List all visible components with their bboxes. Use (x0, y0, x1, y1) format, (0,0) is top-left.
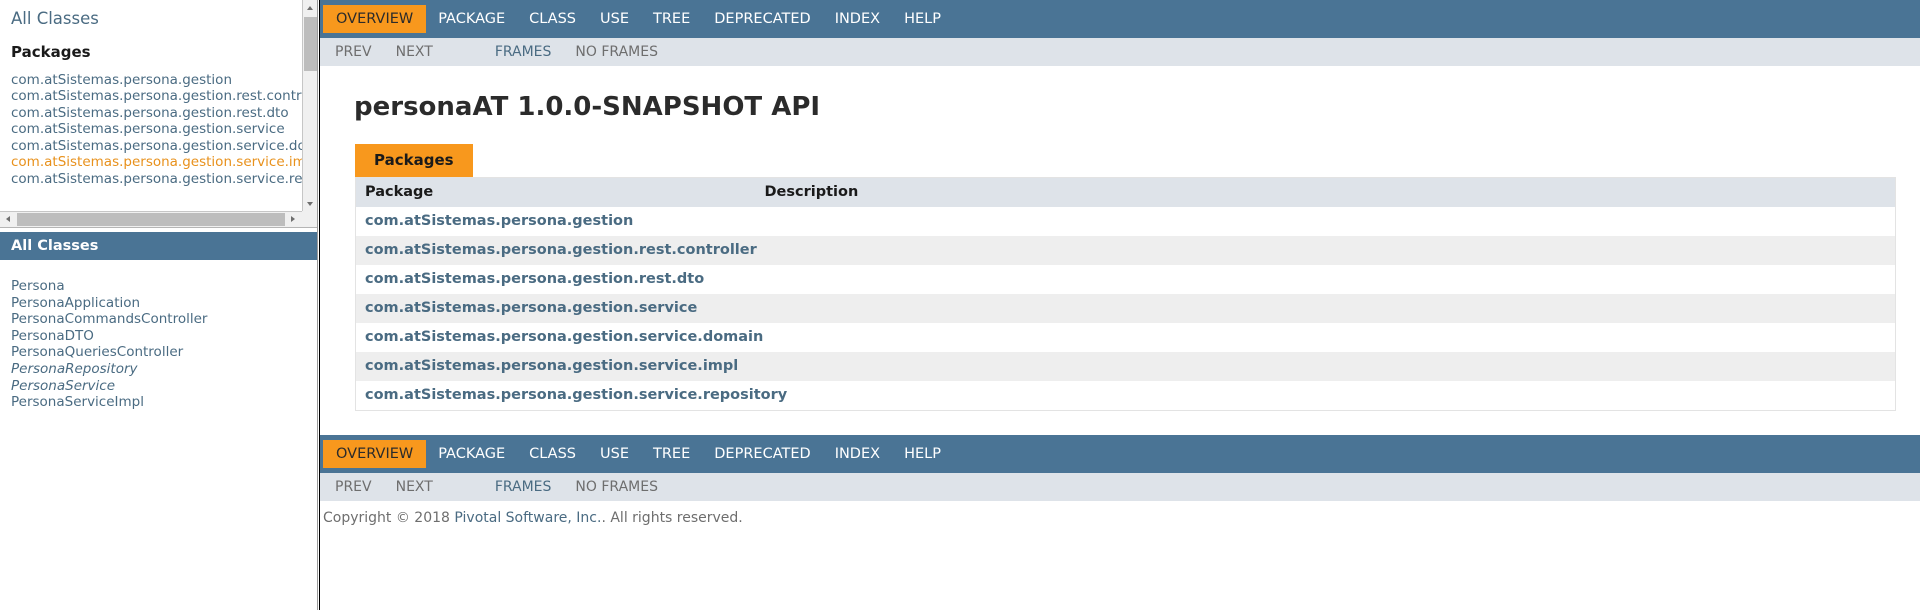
packages-table-block: Packages Package Description com.atSiste… (337, 144, 1902, 411)
description-cell (755, 381, 1896, 411)
package-link-service-repository[interactable]: com.atSistemas.persona.gestion.service.r… (11, 171, 302, 188)
nav-deprecated-bottom[interactable]: DEPRECATED (702, 442, 822, 466)
content-frame: OVERVIEW PACKAGE CLASS USE TREE DEPRECAT… (319, 0, 1920, 610)
nav-tree[interactable]: TREE (641, 7, 702, 31)
footer: Copyright © 2018 Pivotal Software, Inc..… (319, 501, 1920, 526)
nav-index[interactable]: INDEX (823, 7, 892, 31)
package-cell[interactable]: com.atSistemas.persona.gestion.service.r… (355, 381, 787, 411)
horizontal-scroll-thumb[interactable] (17, 213, 285, 226)
all-classes-frame: All Classes Persona PersonaApplication P… (0, 232, 317, 610)
main-content: personaAT 1.0.0-SNAPSHOT API Packages Pa… (319, 66, 1920, 435)
description-cell (755, 236, 1896, 265)
package-cell[interactable]: com.atSistemas.persona.gestion.rest.cont… (355, 236, 757, 265)
packages-table: Package Description com.atSistemas.perso… (355, 177, 1896, 411)
package-frame-horizontal-scrollbar[interactable] (0, 211, 302, 227)
bottom-sub-navigation-bar: PREV NEXT FRAMES NO FRAMES (319, 473, 1920, 501)
class-link-persona[interactable]: Persona (11, 278, 317, 295)
nav-use-bottom[interactable]: USE (588, 442, 641, 466)
table-row[interactable]: com.atSistemas.persona.gestion.service.r… (355, 381, 1896, 411)
scroll-left-arrow-icon[interactable] (0, 212, 16, 227)
page-title: personaAT 1.0.0-SNAPSHOT API (354, 92, 821, 122)
all-classes-link[interactable]: All Classes (11, 9, 302, 31)
package-list-frame: All Classes Packages com.atSistemas.pers… (0, 0, 317, 228)
left-frame: All Classes Packages com.atSistemas.pers… (0, 0, 318, 610)
top-sub-navigation-bar: PREV NEXT FRAMES NO FRAMES (319, 38, 1920, 66)
class-link-persona-application[interactable]: PersonaApplication (11, 295, 317, 312)
description-cell (755, 323, 1896, 352)
copyright-suffix: . All rights reserved. (601, 510, 743, 526)
class-link-persona-service-impl[interactable]: PersonaServiceImpl (11, 394, 317, 411)
nav-class[interactable]: CLASS (517, 7, 588, 31)
package-cell[interactable]: com.atSistemas.persona.gestion (355, 207, 756, 236)
package-link-rest-dto[interactable]: com.atSistemas.persona.gestion.rest.dto (11, 105, 302, 122)
nav-tree-bottom[interactable]: TREE (641, 442, 702, 466)
description-cell (755, 294, 1896, 323)
class-list: Persona PersonaApplication PersonaComman… (0, 260, 317, 411)
package-link-rest-controller[interactable]: com.atSistemas.persona.gestion.rest.cont… (11, 88, 302, 105)
table-row[interactable]: com.atSistemas.persona.gestion.service.i… (355, 352, 1896, 381)
nav-use[interactable]: USE (588, 7, 641, 31)
frame-divider (319, 0, 320, 610)
class-link-persona-commands-controller[interactable]: PersonaCommandsController (11, 311, 317, 328)
package-frame-vertical-scrollbar[interactable] (302, 0, 317, 212)
column-header-description: Description (755, 177, 1896, 207)
table-row[interactable]: com.atSistemas.persona.gestion.rest.dto (355, 265, 1896, 294)
package-cell[interactable]: com.atSistemas.persona.gestion.rest.dto (355, 265, 756, 294)
package-cell[interactable]: com.atSistemas.persona.gestion.service (355, 294, 756, 323)
scroll-up-arrow-icon[interactable] (303, 0, 317, 16)
nav-next-bottom[interactable]: NEXT (384, 479, 445, 495)
class-link-persona-queries-controller[interactable]: PersonaQueriesController (11, 344, 317, 361)
package-link-service-impl[interactable]: com.atSistemas.persona.gestion.service.i… (11, 154, 302, 171)
package-cell[interactable]: com.atSistemas.persona.gestion.service.d… (355, 323, 763, 352)
bottom-navigation-bar: OVERVIEW PACKAGE CLASS USE TREE DEPRECAT… (319, 435, 1920, 473)
description-cell (755, 265, 1896, 294)
top-navigation-bar: OVERVIEW PACKAGE CLASS USE TREE DEPRECAT… (319, 0, 1920, 38)
table-row[interactable]: com.atSistemas.persona.gestion.service (355, 294, 1896, 323)
table-row[interactable]: com.atSistemas.persona.gestion (355, 207, 1896, 236)
nav-next[interactable]: NEXT (384, 44, 445, 60)
description-cell (755, 207, 1896, 236)
description-cell (755, 352, 1896, 381)
column-header-package: Package (355, 177, 756, 207)
javadoc-page: All Classes Packages com.atSistemas.pers… (0, 0, 1920, 610)
all-classes-header: All Classes (0, 232, 317, 260)
package-link-gestion[interactable]: com.atSistemas.persona.gestion (11, 72, 302, 89)
package-link-service-domain[interactable]: com.atSistemas.persona.gestion.service.d… (11, 138, 302, 155)
nav-frames-bottom[interactable]: FRAMES (483, 479, 564, 495)
table-row[interactable]: com.atSistemas.persona.gestion.rest.cont… (355, 236, 1896, 265)
package-link-service[interactable]: com.atSistemas.persona.gestion.service (11, 121, 302, 138)
nav-overview-bottom[interactable]: OVERVIEW (323, 440, 427, 468)
nav-help[interactable]: HELP (892, 7, 953, 31)
packages-heading: Packages (11, 42, 91, 61)
scrollbar-corner (302, 211, 317, 227)
class-link-persona-repository[interactable]: PersonaRepository (11, 361, 317, 378)
nav-class-bottom[interactable]: CLASS (517, 442, 588, 466)
nav-help-bottom[interactable]: HELP (892, 442, 953, 466)
nav-prev[interactable]: PREV (323, 44, 384, 60)
scroll-down-arrow-icon[interactable] (303, 196, 317, 212)
nav-package-bottom[interactable]: PACKAGE (426, 442, 517, 466)
package-cell[interactable]: com.atSistemas.persona.gestion.service.i… (355, 352, 756, 381)
vertical-scroll-thumb[interactable] (304, 17, 317, 71)
class-link-persona-service[interactable]: PersonaService (11, 378, 317, 395)
pivotal-software-link[interactable]: Pivotal Software, Inc. (454, 510, 601, 526)
packages-caption-tab[interactable]: Packages (355, 144, 473, 177)
copyright-prefix: Copyright © 2018 (323, 510, 455, 526)
nav-frames[interactable]: FRAMES (483, 44, 564, 60)
scroll-right-arrow-icon[interactable] (286, 212, 302, 227)
nav-index-bottom[interactable]: INDEX (823, 442, 892, 466)
nav-no-frames[interactable]: NO FRAMES (563, 44, 670, 60)
nav-no-frames-bottom[interactable]: NO FRAMES (563, 479, 670, 495)
class-link-persona-dto[interactable]: PersonaDTO (11, 328, 317, 345)
package-list-content: All Classes Packages com.atSistemas.pers… (0, 0, 302, 212)
package-list: com.atSistemas.persona.gestion com.atSis… (11, 72, 302, 188)
table-row[interactable]: com.atSistemas.persona.gestion.service.d… (355, 323, 1896, 352)
nav-deprecated[interactable]: DEPRECATED (702, 7, 822, 31)
content-spacer (337, 411, 1902, 435)
table-header-row: Package Description (355, 177, 1896, 207)
nav-package[interactable]: PACKAGE (426, 7, 517, 31)
nav-prev-bottom[interactable]: PREV (323, 479, 384, 495)
nav-overview[interactable]: OVERVIEW (323, 5, 427, 33)
